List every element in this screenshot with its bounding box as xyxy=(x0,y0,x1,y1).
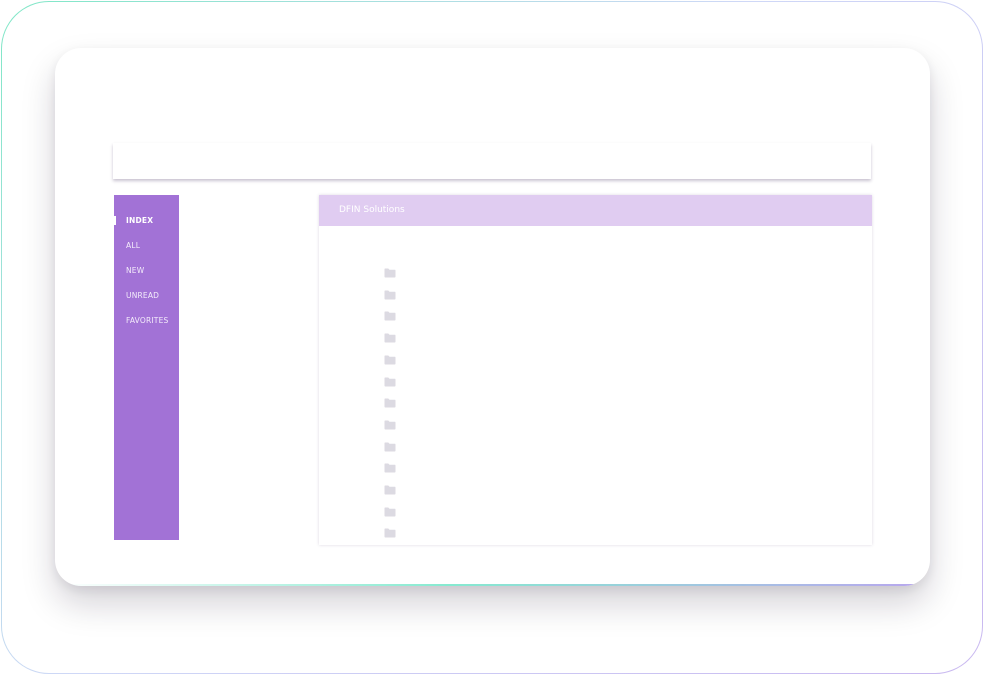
panel-title: DFIN Solutions xyxy=(339,205,405,215)
folder-icon xyxy=(384,485,396,495)
folder-icon xyxy=(384,290,396,300)
sidebar-item-index[interactable]: INDEX xyxy=(126,216,153,226)
folder-row[interactable] xyxy=(384,420,398,430)
folder-row[interactable] xyxy=(384,463,398,473)
folder-row[interactable] xyxy=(384,377,398,387)
folder-icon xyxy=(384,377,396,386)
active-item-marker xyxy=(114,216,116,225)
folder-row[interactable] xyxy=(384,398,398,408)
content-panel: DFIN Solutions xyxy=(319,195,872,545)
sidebar-item-favorites[interactable]: FAVORITES xyxy=(126,316,168,326)
sidebar-item-unread[interactable]: UNREAD xyxy=(126,291,159,301)
folder-row[interactable] xyxy=(384,268,398,278)
folder-icon xyxy=(384,507,396,517)
sidebar: INDEX ALL NEW UNREAD FAVORITES xyxy=(114,195,179,540)
folder-icon xyxy=(384,442,396,452)
top-bar xyxy=(113,143,871,179)
sidebar-item-all[interactable]: ALL xyxy=(126,241,140,251)
folder-icon xyxy=(384,355,396,365)
folder-icon xyxy=(384,528,396,538)
folder-row[interactable] xyxy=(384,442,398,452)
folder-icon xyxy=(384,268,396,278)
folder-row[interactable] xyxy=(384,290,398,300)
folder-icon xyxy=(384,311,396,321)
folder-row[interactable] xyxy=(384,485,398,495)
folder-icon xyxy=(384,398,396,408)
sidebar-item-new[interactable]: NEW xyxy=(126,266,144,276)
folder-row[interactable] xyxy=(384,311,398,321)
folder-icon xyxy=(384,463,396,473)
app-window: INDEX ALL NEW UNREAD FAVORITES DFIN Solu… xyxy=(55,48,930,586)
folder-icon xyxy=(384,420,396,430)
panel-header: DFIN Solutions xyxy=(319,195,872,226)
folder-row[interactable] xyxy=(384,528,398,538)
folder-icon xyxy=(384,333,396,343)
folder-row[interactable] xyxy=(384,507,398,517)
folder-row[interactable] xyxy=(384,355,398,365)
folder-row[interactable] xyxy=(384,333,398,343)
